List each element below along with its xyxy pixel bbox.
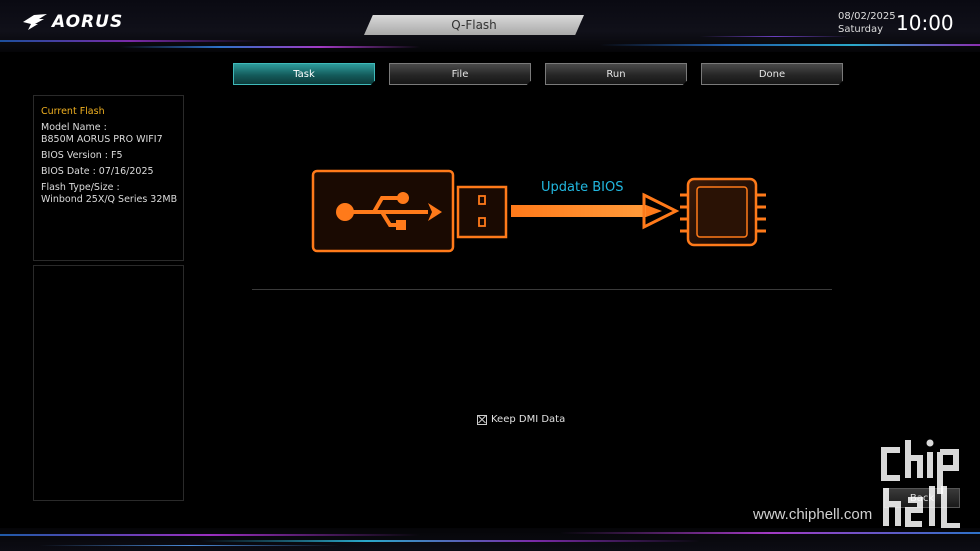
usb-icon [311,169,508,253]
bios-version: BIOS Version : F5 [41,150,123,161]
update-bios-label: Update BIOS [541,180,624,195]
current-flash-heading: Current Flash [41,106,105,117]
brand-name: AORUS [52,12,124,32]
bios-date: BIOS Date : 07/16/2025 [41,166,154,177]
keep-dmi-checkbox[interactable] [477,414,487,425]
clock: 10:00 [896,11,954,35]
page-title: Q-Flash [364,15,584,35]
header-bar: AORUS Q-Flash 08/02/2025 Saturday 10:00 [0,0,980,52]
flash-type-label: Flash Type/Size : [41,182,120,193]
tab-file[interactable]: File [389,63,531,85]
details-panel [33,265,184,501]
watermark-url: www.chiphell.com [753,506,873,523]
arrow-icon [511,192,680,230]
date-text: 08/02/2025 [838,11,896,22]
day-text: Saturday [838,24,884,35]
update-diagram [311,169,766,253]
flash-type-value: Winbond 25X/Q Series 32MB [41,194,178,205]
divider [252,289,832,290]
date-display: 08/02/2025 Saturday [838,10,896,36]
tab-done[interactable]: Done [701,63,843,85]
keep-dmi-option[interactable]: Keep DMI Data [477,414,565,425]
current-flash-panel: Current Flash Model Name : B850M AORUS P… [33,95,184,261]
aorus-logo: AORUS [22,11,123,33]
footer-bar [0,528,980,551]
model-name-label: Model Name : [41,122,107,133]
aorus-eagle-icon [23,14,47,30]
tab-run[interactable]: Run [545,63,687,85]
bios-chip-icon [680,177,766,247]
keep-dmi-label: Keep DMI Data [491,414,566,425]
model-name-value: B850M AORUS PRO WIFI7 [41,134,163,145]
tab-task[interactable]: Task [233,63,375,85]
chiphell-watermark-logo [881,439,960,529]
